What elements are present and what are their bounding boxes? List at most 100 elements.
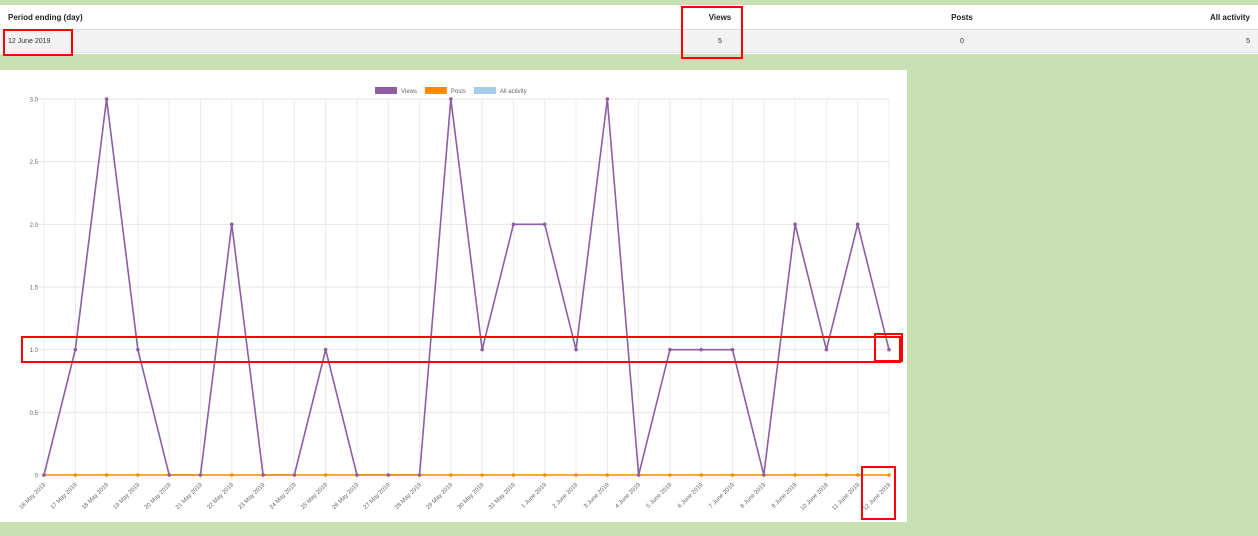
col-header-all-activity[interactable]: All activity [1160,5,1258,30]
chart-card: 0 0.5 1.0 1.5 2.0 2.5 3.0 16 May 2019 17 May 201… [0,70,907,522]
data-point-views [449,97,453,101]
data-point-views [730,347,735,352]
data-point-posts [511,473,516,477]
data-point-views [824,347,829,352]
legend-swatch [424,87,447,94]
x-tick-label: 7 June 2019 [708,482,736,510]
legend-swatch [375,87,397,94]
data-point-views [793,222,797,227]
data-point-views [762,473,766,477]
legend-label: Posts [451,89,466,95]
activity-line-chart: 0 0.5 1.0 1.5 2.0 2.5 3.0 16 May 2019 17 May 201… [19,87,893,512]
data-point-views [855,222,860,227]
data-point-posts [323,473,328,477]
x-tick-label: 19 May 2019 [113,482,142,511]
stats-table: Period ending (day) Views Posts All acti… [0,5,1258,53]
y-tick-label: 2.5 [30,160,39,166]
data-point-views [104,97,109,101]
data-point-views [167,473,171,477]
cell-views: 5 [676,29,764,53]
legend-swatch [473,87,496,94]
legend-label: All activity [500,89,527,95]
data-point-views [511,222,516,227]
x-tick-label: 30 May 2019 [457,482,486,511]
x-tick-label: 20 May 2019 [144,482,173,511]
legend-label: Views [401,89,417,95]
data-point-posts [605,473,610,477]
data-point-views [887,347,891,352]
x-tick-label: 16 May 2019 [19,482,48,511]
data-point-views [542,222,547,227]
x-tick-label: 24 May 2019 [269,482,298,511]
data-point-views [355,473,359,477]
col-header-views[interactable]: Views [676,5,764,30]
data-point-posts [699,473,704,477]
stats-table-container: Period ending (day) Views Posts All acti… [0,5,1258,54]
x-tick-label: 23 May 2019 [238,482,267,511]
data-point-posts [887,473,891,477]
table-row: 12 June 2019 5 0 5 [0,29,1258,53]
x-tick-label: 27 May 2019 [363,482,392,511]
data-point-posts [855,473,860,477]
x-tick-label: 3 June 2019 [583,482,611,510]
x-tick-label: 10 June 2019 [800,482,830,512]
table-header-row: Period ending (day) Views Posts All acti… [0,5,1258,30]
col-header-period[interactable]: Period ending (day) [0,5,676,30]
x-tick-label: 8 June 2019 [740,482,768,510]
data-point-posts [542,473,547,477]
col-header-posts[interactable]: Posts [764,5,1160,30]
data-point-views [699,347,704,352]
y-tick-label: 0.5 [30,411,39,417]
x-tick-label: 5 June 2019 [646,482,674,510]
data-point-views [292,473,297,477]
data-point-posts [104,473,109,477]
data-point-views [386,473,391,477]
x-tick-label: 17 May 2019 [50,482,79,511]
data-point-views [261,473,265,477]
data-point-views [229,222,234,227]
x-tick-label: 22 May 2019 [206,482,235,511]
data-point-posts [574,473,578,477]
data-point-views [605,97,610,101]
x-tick-label: 31 May 2019 [488,482,517,511]
x-tick-label: 11 June 2019 [831,482,861,512]
data-point-posts [793,473,797,477]
x-tick-label: 9 June 2019 [771,482,799,510]
cell-period: 12 June 2019 [0,29,676,53]
x-tick-label: 26 May 2019 [332,482,361,511]
y-tick-label: 0 [35,474,39,480]
x-tick-label: 2 June 2019 [552,482,580,510]
data-point-posts [668,473,672,477]
data-point-views [668,347,672,352]
cell-all-activity: 5 [1160,29,1258,53]
data-point-views [198,473,203,477]
data-point-views [480,347,484,352]
x-tick-label: 12 June 2019 [862,482,892,512]
data-point-views [136,347,140,352]
x-tick-label: 4 June 2019 [614,482,642,510]
x-tick-label: 21 May 2019 [175,482,204,511]
x-tick-label: 25 May 2019 [300,482,329,511]
data-point-posts [136,473,140,477]
data-point-posts [480,473,484,477]
x-tick-label: 29 May 2019 [425,482,454,511]
cell-posts: 0 [764,29,1160,53]
data-point-posts [229,473,234,477]
data-point-views [73,347,78,352]
x-tick-label: 28 May 2019 [394,482,423,511]
data-point-views [42,473,46,477]
data-point-posts [449,473,453,477]
y-tick-label: 2.0 [30,223,39,229]
y-tick-label: 1.5 [30,286,39,292]
data-point-views [636,473,641,477]
y-tick-label: 3.0 [30,98,39,104]
data-point-views [574,347,578,352]
x-tick-label: 1 June 2019 [521,482,549,510]
data-point-views [323,347,328,352]
x-tick-label: 6 June 2019 [677,482,705,510]
data-point-posts [73,473,78,477]
data-point-posts [824,473,829,477]
x-tick-label: 18 May 2019 [81,482,110,511]
data-point-views [417,473,422,477]
data-point-posts [730,473,735,477]
